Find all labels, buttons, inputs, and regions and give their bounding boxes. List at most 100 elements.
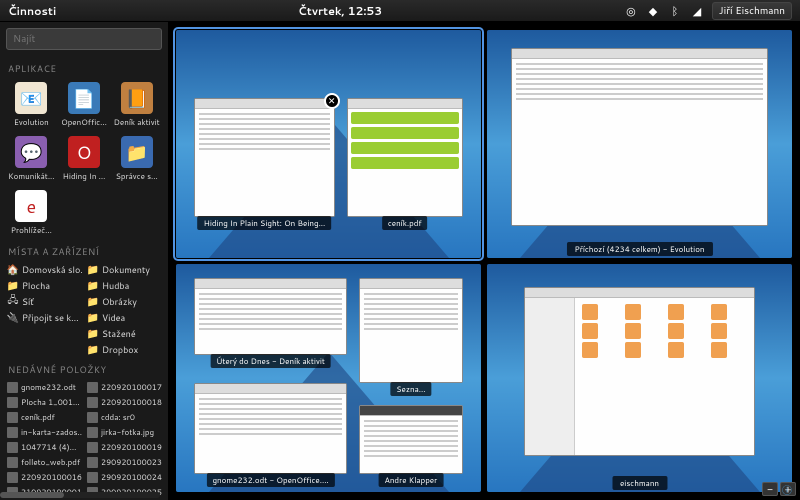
workspace-overview: Hiding In Plain Sight: On Being...✕ceník… <box>168 22 800 500</box>
file-icon <box>7 472 18 483</box>
folder-icon: 🔌 <box>7 312 19 324</box>
place-item-7[interactable]: 📁Videa <box>86 310 162 325</box>
recent-item-13[interactable]: 290920100024... <box>86 470 162 484</box>
recent-item-3[interactable]: 220920100018... <box>86 395 162 409</box>
app-launcher-2[interactable]: 📙Deník aktivit <box>111 79 162 131</box>
place-item-11[interactable]: 📁Dropbox <box>86 342 162 357</box>
close-icon[interactable]: ✕ <box>324 93 340 109</box>
clock[interactable]: Čtvrtek, 12:53 <box>56 3 624 19</box>
window-thumbnail[interactable] <box>511 48 767 226</box>
file-icon <box>7 442 18 453</box>
file-icon <box>87 427 98 438</box>
bluetooth-icon[interactable]: ᛒ <box>668 4 682 18</box>
dropbox-icon[interactable]: ◆ <box>646 4 660 18</box>
place-item-0[interactable]: 🏠Domovská slo... <box>6 262 82 277</box>
place-item-1[interactable]: 📁Dokumenty <box>86 262 162 277</box>
app-label: Evolution <box>14 116 49 128</box>
remove-workspace-button[interactable]: − <box>762 482 778 496</box>
app-label: OpenOffic... <box>61 116 107 128</box>
recent-item-7[interactable]: jirka-fotka.jpg <box>86 425 162 439</box>
window-caption: Hiding In Plain Sight: On Being... <box>198 216 332 230</box>
app-launcher-0[interactable]: 📧 Evolution <box>6 79 57 131</box>
file-icon <box>87 382 98 393</box>
app-icon: e <box>15 190 47 222</box>
recent-item-1[interactable]: 220920100017... <box>86 380 162 394</box>
recent-item-8[interactable]: 1047714 (4)... <box>6 440 82 454</box>
user-menu-button[interactable]: Jiří Eischmann <box>712 2 792 20</box>
info-icon[interactable]: ⓘ <box>782 482 798 498</box>
place-item-10 <box>6 342 82 357</box>
recent-item-0[interactable]: gnome232.odt <box>6 380 82 394</box>
app-label: Prohlížeč... <box>11 224 52 236</box>
folder-icon: 📁 <box>87 344 99 356</box>
place-item-5[interactable]: 📁Obrázky <box>86 294 162 309</box>
sidebar-scrollbar[interactable] <box>0 492 160 498</box>
recent-item-11[interactable]: 290920100023... <box>86 455 162 469</box>
app-launcher-1[interactable]: 📄 OpenOffic... <box>59 79 110 131</box>
recent-item-9[interactable]: 220920100019... <box>86 440 162 454</box>
app-launcher-3[interactable]: 💬 Komunikát... <box>6 133 57 185</box>
recent-item-4[interactable]: ceník.pdf <box>6 410 82 424</box>
folder-icon: 📁 <box>7 280 19 292</box>
window-thumbnail[interactable]: ceník.pdf <box>347 98 463 217</box>
app-launcher-6[interactable]: e Prohlížeč... <box>6 187 57 239</box>
place-item-9[interactable]: 📁Stažené <box>86 326 162 341</box>
window-thumbnail[interactable]: Úterý do Dnes - Deník aktivit <box>194 278 347 356</box>
app-label: Deník aktivit <box>114 116 160 128</box>
place-item-6[interactable]: 🔌Připojit se k... <box>6 310 82 325</box>
recent-item-10[interactable]: folleto_web.pdf <box>6 455 82 469</box>
app-launcher-4[interactable]: OHiding In ... <box>59 133 110 185</box>
window-caption: ceník.pdf <box>382 216 428 230</box>
workspace-0[interactable]: Hiding In Plain Sight: On Being...✕ceník… <box>176 30 481 258</box>
window-caption: Sezna... <box>390 382 431 396</box>
workspace-label: eischmann <box>612 476 667 490</box>
file-icon <box>87 457 98 468</box>
place-item-4[interactable]: 🖧Síť <box>6 294 82 309</box>
window-thumbnail[interactable]: Sezna... <box>359 278 463 383</box>
app-icon: 💬 <box>15 136 47 168</box>
folder-icon: 📁 <box>87 328 99 340</box>
section-applications-label: APLIKACE <box>8 62 162 75</box>
recent-item-12[interactable]: 220920100016... <box>6 470 82 484</box>
recent-item-6[interactable]: in-karta-zados... <box>6 425 82 439</box>
folder-icon: 🖧 <box>7 296 19 308</box>
file-icon <box>87 397 98 408</box>
window-caption: gnome232.odt - OpenOffice.... <box>206 473 334 487</box>
file-icon <box>87 472 98 483</box>
window-caption: Úterý do Dnes - Deník aktivit <box>210 354 331 368</box>
workspace-2[interactable]: Úterý do Dnes - Deník aktivitSezna...gno… <box>176 264 481 492</box>
folder-icon: 📁 <box>87 312 99 324</box>
folder-icon: 📁 <box>87 264 99 276</box>
file-icon <box>87 412 98 423</box>
sync-icon[interactable]: ◎ <box>624 4 638 18</box>
place-item-3[interactable]: 📁Hudba <box>86 278 162 293</box>
app-launcher-5[interactable]: 📁Správce s... <box>111 133 162 185</box>
file-icon <box>7 457 18 468</box>
section-places-label: MÍSTA A ZAŘÍZENÍ <box>8 245 162 258</box>
app-label: Hiding In ... <box>63 170 106 182</box>
app-icon: 📄 <box>68 82 100 114</box>
workspace-1[interactable]: Příchozí (4234 celkem) - Evolution <box>487 30 792 258</box>
recent-list: gnome232.odt 220920100017... Plocha 1_001.… <box>6 380 162 499</box>
file-icon <box>7 427 18 438</box>
section-recent-label: NEDÁVNÉ POLOŽKY <box>8 363 162 376</box>
window-thumbnail[interactable]: Andre Klapper <box>359 405 463 473</box>
workspace-3[interactable]: eischmann <box>487 264 792 492</box>
activities-button[interactable]: Činnosti <box>8 3 56 19</box>
app-icon: 📁 <box>121 136 153 168</box>
app-icon: 📧 <box>15 82 47 114</box>
wifi-icon[interactable]: ◢ <box>690 4 704 18</box>
folder-icon: 📁 <box>87 296 99 308</box>
window-thumbnail[interactable]: Hiding In Plain Sight: On Being...✕ <box>194 98 334 217</box>
app-label: Komunikát... <box>8 170 54 182</box>
folder-icon: 🏠 <box>7 264 19 276</box>
recent-item-5[interactable]: cdda: sr0 <box>86 410 162 424</box>
window-thumbnail[interactable] <box>524 287 756 456</box>
place-item-2[interactable]: 📁Plocha <box>6 278 82 293</box>
folder-icon: 📁 <box>87 280 99 292</box>
file-icon <box>7 412 18 423</box>
system-tray: ◎ ◆ ᛒ ◢ Jiří Eischmann <box>624 2 792 20</box>
recent-item-2[interactable]: Plocha 1_001... <box>6 395 82 409</box>
search-input[interactable] <box>6 28 162 50</box>
window-thumbnail[interactable]: gnome232.odt - OpenOffice.... <box>194 383 347 474</box>
